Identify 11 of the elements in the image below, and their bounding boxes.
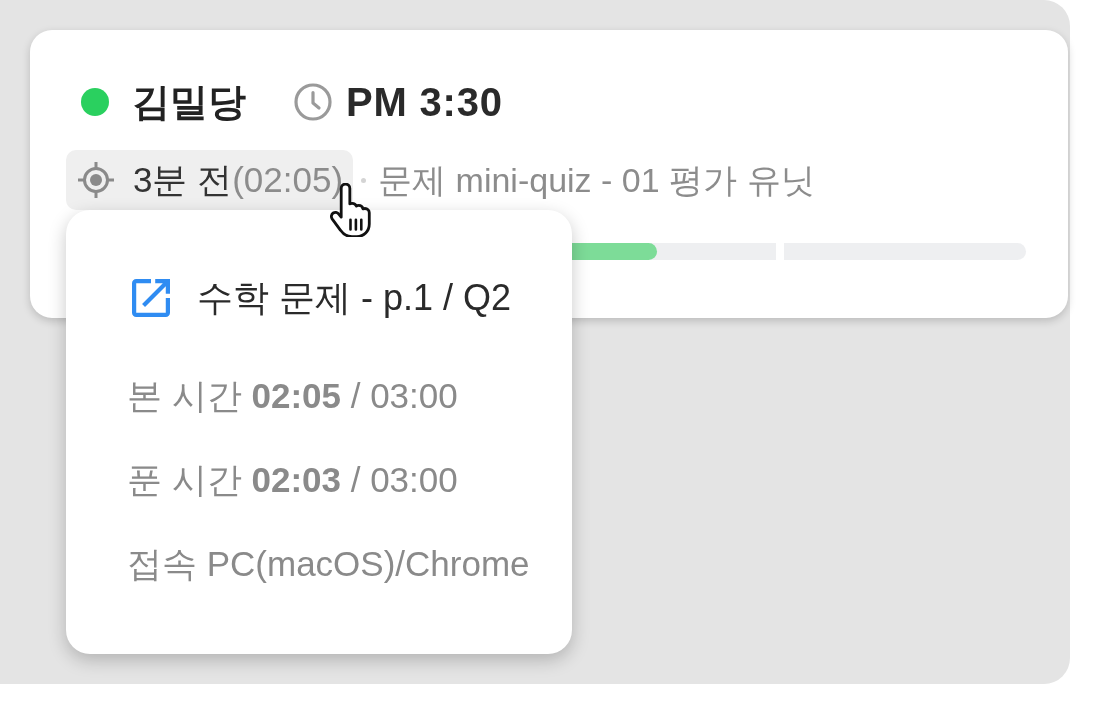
target-icon bbox=[78, 162, 114, 198]
activity-chip[interactable]: 3분 전(02:05) bbox=[66, 150, 354, 210]
popover-detail: 본 시간 02:05 / 03:00 bbox=[127, 375, 458, 417]
student-name: 김밀당 bbox=[132, 83, 246, 121]
time-text: PM 3:30 bbox=[346, 82, 503, 122]
activity-description: 문제 mini-quiz - 01 평가 유닛 bbox=[378, 159, 815, 201]
popover-detail: 접속 PC(macOS)/Chrome bbox=[127, 543, 530, 585]
popover-title[interactable]: 수학 문제 - p.1 / Q2 bbox=[197, 280, 512, 316]
clock-icon bbox=[294, 83, 332, 121]
external-link-icon bbox=[132, 279, 170, 317]
popover-detail: 푼 시간 02:03 / 03:00 bbox=[127, 459, 458, 501]
